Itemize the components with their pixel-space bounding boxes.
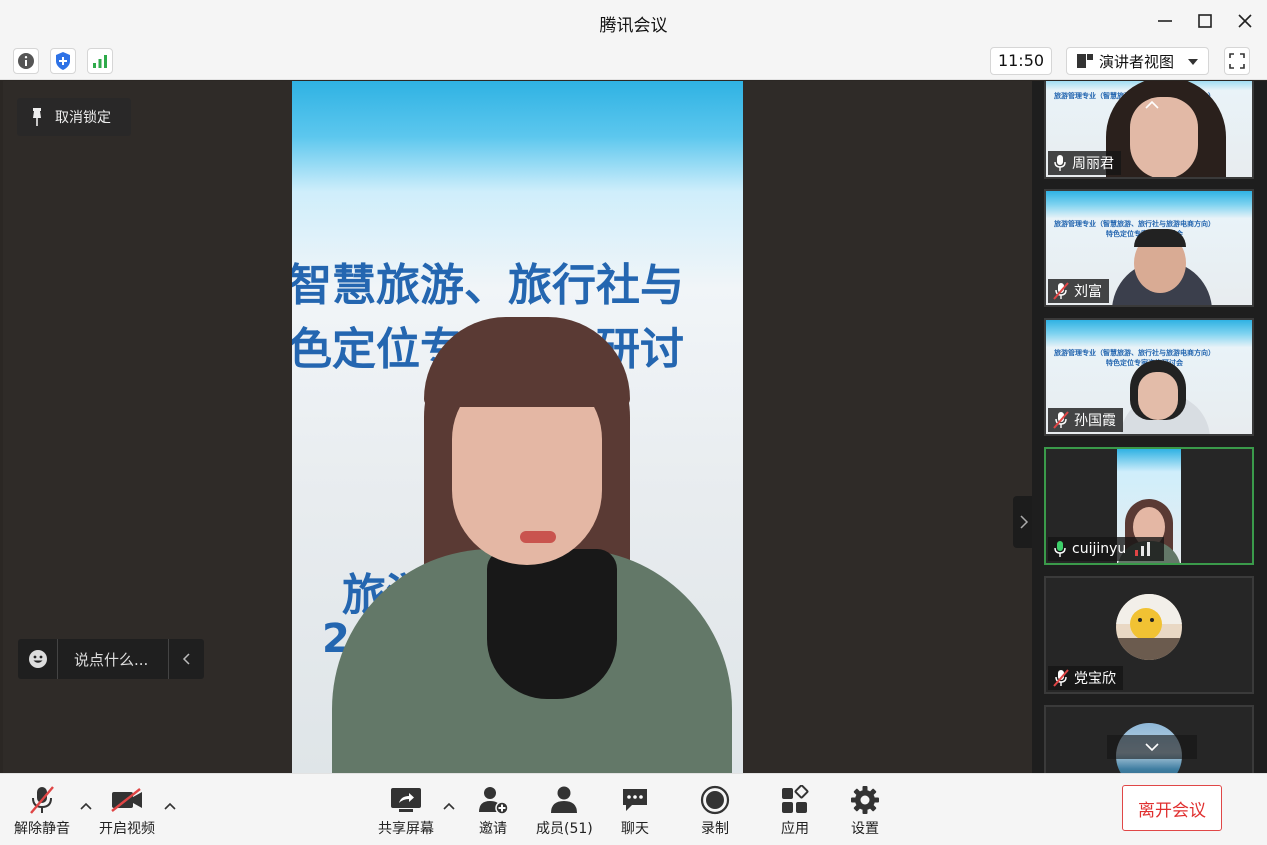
- speaker-mouth: [520, 531, 556, 543]
- chat-button[interactable]: 聊天: [620, 784, 650, 838]
- unmute-button[interactable]: 解除静音: [14, 784, 70, 838]
- toggle-side-panel-button[interactable]: [1013, 496, 1032, 548]
- participant-tile[interactable]: 旅游管理专业（智慧旅游、旅行社与旅游电商方向） 特色定位专家咨询研讨会 刘富: [1044, 189, 1254, 307]
- network-status-button[interactable]: [87, 48, 113, 74]
- emoji-button[interactable]: [18, 639, 58, 679]
- info-icon: [18, 53, 34, 69]
- participant-tile-active[interactable]: cuijinyu: [1044, 447, 1254, 565]
- participant-tile[interactable]: 旅游管理专业（智慧旅游、旅行社与旅游电商方向） 特色定位专家咨询研讨会 孙国霞: [1044, 318, 1254, 436]
- view-mode-label: 演讲者视图: [1099, 52, 1175, 71]
- microphone-muted-icon: [1053, 669, 1069, 687]
- share-screen-button[interactable]: 共享屏幕: [378, 784, 434, 838]
- microphone-muted-icon: [1053, 411, 1069, 429]
- chevron-down-icon: [1188, 59, 1198, 65]
- meeting-toolbar: 11:50 演讲者视图: [0, 42, 1267, 80]
- microphone-muted-icon: [30, 786, 54, 814]
- maximize-icon: [1198, 14, 1212, 28]
- pin-icon: [33, 108, 41, 126]
- audio-options-caret[interactable]: [80, 801, 92, 811]
- apps-grid-icon: [782, 785, 809, 813]
- scroll-up-button[interactable]: [1107, 93, 1197, 117]
- microphone-muted-icon: [1053, 282, 1069, 300]
- chevron-left-icon: [182, 653, 190, 665]
- leave-meeting-button[interactable]: 离开会议: [1122, 785, 1222, 831]
- window-title: 腾讯会议: [599, 16, 668, 36]
- microphone-active-icon: [1054, 541, 1066, 557]
- participant-name-tag: cuijinyu: [1048, 537, 1165, 561]
- security-button[interactable]: [50, 48, 76, 74]
- record-button[interactable]: 录制: [700, 784, 730, 838]
- participant-name-tag: 周丽君: [1048, 151, 1121, 175]
- record-icon: [700, 785, 730, 815]
- participant-name-tag: 党宝欣: [1048, 666, 1123, 690]
- video-options-caret[interactable]: [164, 801, 176, 811]
- chevron-right-icon: [1020, 515, 1029, 529]
- meeting-controls-bar: 解除静音 开启视频 共享屏幕 邀请 成员(51) 聊天 录制 应用 设置 离开会…: [0, 773, 1267, 845]
- slide-text-line: 智慧旅游、旅行社与: [292, 260, 684, 311]
- microphone-icon: [1054, 155, 1066, 171]
- chat-bubble-icon: [623, 789, 647, 811]
- participant-name-tag: 孙国霞: [1048, 408, 1123, 432]
- collapse-chat-button[interactable]: [168, 639, 204, 679]
- minimize-icon: [1158, 20, 1172, 22]
- fullscreen-button[interactable]: [1224, 47, 1250, 75]
- settings-button[interactable]: 设置: [850, 784, 880, 838]
- start-video-button[interactable]: 开启视频: [99, 784, 155, 838]
- participant-name-tag: 刘富: [1048, 279, 1109, 303]
- signal-bars-icon: [1135, 542, 1151, 556]
- unpin-label: 取消锁定: [55, 110, 111, 126]
- signal-bars-icon: [93, 55, 107, 68]
- unpin-button[interactable]: 取消锁定: [17, 98, 131, 136]
- fullscreen-icon: [1229, 53, 1245, 69]
- members-icon: [551, 786, 578, 813]
- gear-icon: [851, 786, 879, 814]
- shield-icon: [56, 52, 70, 70]
- minimize-button[interactable]: [1153, 9, 1177, 33]
- speaker-view-icon: [1077, 54, 1093, 68]
- members-button[interactable]: 成员(51): [536, 784, 593, 838]
- participant-video-list[interactable]: 旅游管理专业（智慧旅游、旅行社与旅游电商方向） 周丽君 旅游管理专业（智慧旅游、…: [1032, 81, 1267, 773]
- title-bar: 腾讯会议: [0, 0, 1267, 42]
- chevron-down-icon: [1145, 743, 1159, 752]
- speaker-video: 智慧旅游、旅行社与 色定位专家咨询研讨 旅游 2: [292, 81, 743, 773]
- add-user-icon: [479, 787, 509, 815]
- scroll-down-button[interactable]: [1107, 735, 1197, 759]
- main-video-stage: 智慧旅游、旅行社与 色定位专家咨询研讨 旅游 2 取消锁定 说点什么...: [3, 81, 1032, 773]
- avatar: [1116, 594, 1182, 660]
- meeting-info-button[interactable]: [13, 48, 39, 74]
- meeting-clock: 11:50: [990, 47, 1052, 75]
- quick-chat-box[interactable]: 说点什么...: [18, 639, 204, 679]
- chat-input-placeholder[interactable]: 说点什么...: [58, 649, 168, 670]
- view-mode-dropdown[interactable]: 演讲者视图: [1066, 47, 1209, 75]
- apps-button[interactable]: 应用: [780, 784, 810, 838]
- maximize-button[interactable]: [1193, 9, 1217, 33]
- chevron-up-icon: [1145, 100, 1159, 109]
- camera-off-icon: [111, 788, 142, 812]
- emoji-icon: [28, 650, 47, 668]
- share-options-caret[interactable]: [443, 801, 455, 811]
- share-screen-icon: [391, 788, 421, 812]
- close-icon: [1238, 14, 1252, 28]
- close-button[interactable]: [1233, 9, 1257, 33]
- participant-tile[interactable]: 党宝欣: [1044, 576, 1254, 694]
- invite-button[interactable]: 邀请: [477, 784, 509, 838]
- speaker-collar: [487, 549, 617, 699]
